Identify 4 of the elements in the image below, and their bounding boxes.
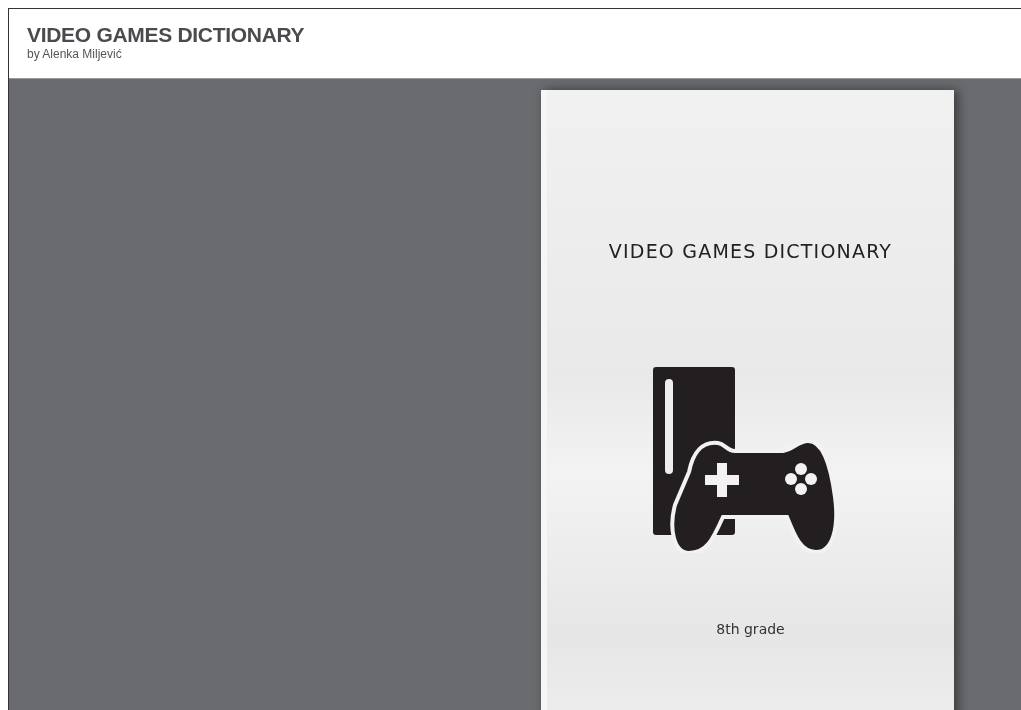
book-title: VIDEO GAMES DICTIONARY [27,23,306,47]
cover-title: VIDEO GAMES DICTIONARY [608,240,893,262]
cover-subtitle: 8th grade [716,621,785,637]
author-name: by Alenka Miljević [27,47,123,62]
